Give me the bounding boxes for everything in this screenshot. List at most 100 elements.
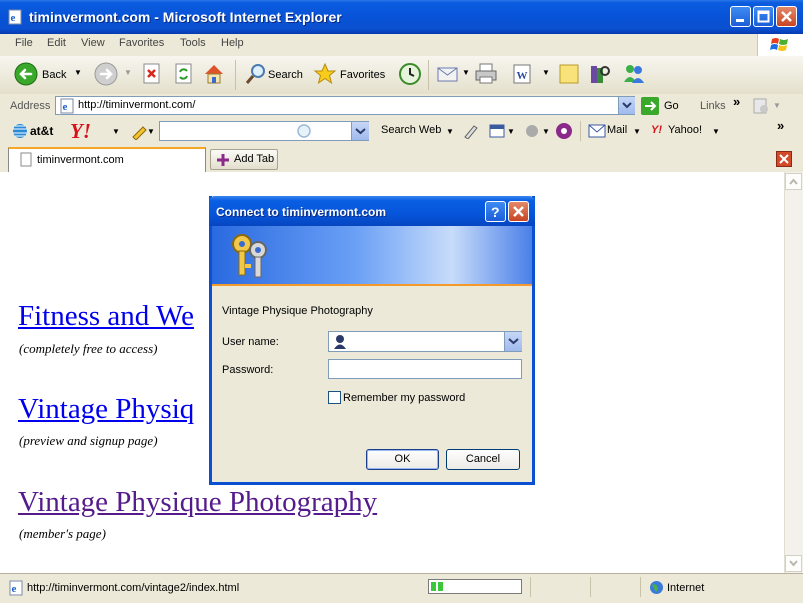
research-icon[interactable]: [588, 62, 612, 86]
address-input[interactable]: e http://timinvermont.com/: [55, 96, 635, 115]
dialog-help-button[interactable]: ?: [485, 201, 506, 222]
close-icon: [781, 11, 792, 22]
refresh-icon[interactable]: [172, 62, 196, 86]
back-arrow-icon[interactable]: [14, 62, 38, 86]
search-icon[interactable]: [244, 62, 268, 86]
pencil-dropdown-icon[interactable]: ▼: [147, 127, 155, 136]
puzzle-dropdown-icon[interactable]: ▼: [542, 127, 550, 136]
close-tab-button[interactable]: [776, 151, 792, 167]
search-web-button[interactable]: Search Web: [381, 124, 441, 136]
menu-help[interactable]: Help: [221, 37, 244, 49]
ie-page-icon: e: [8, 9, 22, 25]
dialog-close-button[interactable]: [508, 201, 529, 222]
extra-tool-icon[interactable]: [752, 97, 772, 115]
dialog-title-bar[interactable]: Connect to timinvermont.com ?: [209, 196, 535, 226]
menu-view[interactable]: View: [81, 37, 105, 49]
close-window-button[interactable]: [776, 6, 797, 27]
vertical-scrollbar[interactable]: [784, 172, 803, 573]
att-brand[interactable]: at&t: [30, 124, 53, 138]
favorites-star-icon[interactable]: [313, 62, 337, 86]
toolbar-chevron-icon[interactable]: »: [777, 118, 784, 133]
mail-dropdown-icon[interactable]: ▼: [462, 68, 470, 77]
forward-dropdown-icon[interactable]: ▼: [124, 68, 132, 77]
password-label: Password:: [222, 364, 274, 376]
menu-favorites[interactable]: Favorites: [119, 37, 164, 49]
favorites-button-label[interactable]: Favorites: [340, 69, 385, 81]
internet-globe-icon: [650, 581, 663, 594]
link-fitness[interactable]: Fitness and We: [18, 300, 194, 333]
yahoo-link[interactable]: Yahoo!: [668, 124, 702, 136]
yahoo-dropdown-icon[interactable]: ▼: [112, 127, 120, 136]
help-question-icon: ?: [491, 204, 500, 220]
yahoo-search-input[interactable]: [159, 121, 369, 141]
extra-tool-dropdown-icon[interactable]: ▼: [773, 101, 781, 110]
music-icon[interactable]: [555, 122, 573, 140]
link-vintage-preview[interactable]: Vintage Physiq: [18, 393, 194, 426]
status-divider: [530, 577, 531, 597]
toolbar-separator: [580, 121, 581, 141]
cancel-button[interactable]: Cancel: [446, 449, 520, 470]
edit-pencil-icon[interactable]: [462, 123, 480, 139]
username-input[interactable]: [328, 331, 522, 352]
home-icon[interactable]: [202, 62, 226, 86]
edit-dropdown-icon[interactable]: ▼: [542, 68, 550, 77]
toolbar-separator: [235, 60, 236, 90]
menu-edit[interactable]: Edit: [47, 37, 66, 49]
status-divider: [590, 577, 591, 597]
layout-dropdown-icon[interactable]: ▼: [507, 127, 515, 136]
messenger-icon[interactable]: [622, 62, 646, 86]
username-dropdown-button[interactable]: [504, 332, 522, 351]
remember-password-checkbox[interactable]: [328, 391, 341, 404]
mail-link[interactable]: Mail: [607, 124, 627, 136]
links-label[interactable]: Links: [700, 100, 726, 112]
menu-tools[interactable]: Tools: [180, 37, 206, 49]
back-dropdown-icon[interactable]: ▼: [74, 68, 82, 77]
maximize-button[interactable]: [753, 6, 774, 27]
menu-file[interactable]: File: [15, 37, 33, 49]
envelope-icon[interactable]: [588, 124, 606, 138]
scroll-up-button[interactable]: [785, 173, 802, 190]
username-label: User name:: [222, 336, 279, 348]
search-button-label[interactable]: Search: [268, 69, 303, 81]
search-web-dropdown-icon[interactable]: ▼: [446, 127, 454, 136]
windows-flag-icon: [770, 38, 788, 51]
mail-link-dropdown-icon[interactable]: ▼: [633, 127, 641, 136]
window-title: timinvermont.com - Microsoft Internet Ex…: [29, 9, 342, 25]
discuss-note-icon[interactable]: [557, 62, 581, 86]
tab-timinvermont[interactable]: timinvermont.com: [8, 147, 206, 172]
forward-arrow-icon[interactable]: [94, 62, 118, 86]
puzzle-icon[interactable]: [523, 123, 541, 139]
svg-text:W: W: [517, 70, 528, 82]
add-tab-button[interactable]: Add Tab: [210, 149, 278, 170]
go-button[interactable]: Go: [664, 100, 679, 112]
history-icon[interactable]: [398, 62, 422, 86]
ok-button[interactable]: OK: [366, 449, 439, 470]
link-vintage-members[interactable]: Vintage Physique Photography: [18, 486, 377, 519]
maximize-icon: [757, 10, 770, 23]
att-globe-icon: [13, 124, 27, 138]
user-icon: [334, 335, 346, 349]
toolbar-separator: [428, 60, 429, 90]
links-chevron-icon[interactable]: »: [733, 94, 740, 109]
yahoo-logo-icon[interactable]: Y!: [70, 119, 91, 144]
page-icon: e: [60, 98, 74, 114]
chevron-up-icon: [789, 178, 798, 185]
back-button-label[interactable]: Back: [42, 69, 66, 81]
print-icon[interactable]: [474, 62, 498, 86]
minimize-button[interactable]: [730, 6, 751, 27]
link-vintage-preview-note: (preview and signup page): [19, 433, 158, 448]
svg-text:e: e: [11, 12, 16, 24]
password-input[interactable]: [328, 359, 522, 379]
go-arrow-icon[interactable]: [641, 97, 659, 115]
edit-word-icon[interactable]: W: [510, 62, 534, 86]
remember-password-label[interactable]: Remember my password: [343, 392, 465, 404]
layout-icon[interactable]: [488, 123, 506, 139]
search-dropdown-button[interactable]: [351, 122, 369, 140]
status-page-icon: e: [9, 580, 23, 596]
mail-icon[interactable]: [436, 62, 460, 86]
scroll-down-button[interactable]: [785, 555, 802, 572]
yahoo-link-dropdown-icon[interactable]: ▼: [712, 127, 720, 136]
address-dropdown-button[interactable]: [618, 97, 635, 114]
window-title-bar[interactable]: e timinvermont.com - Microsoft Internet …: [0, 0, 803, 34]
stop-icon[interactable]: [140, 62, 164, 86]
